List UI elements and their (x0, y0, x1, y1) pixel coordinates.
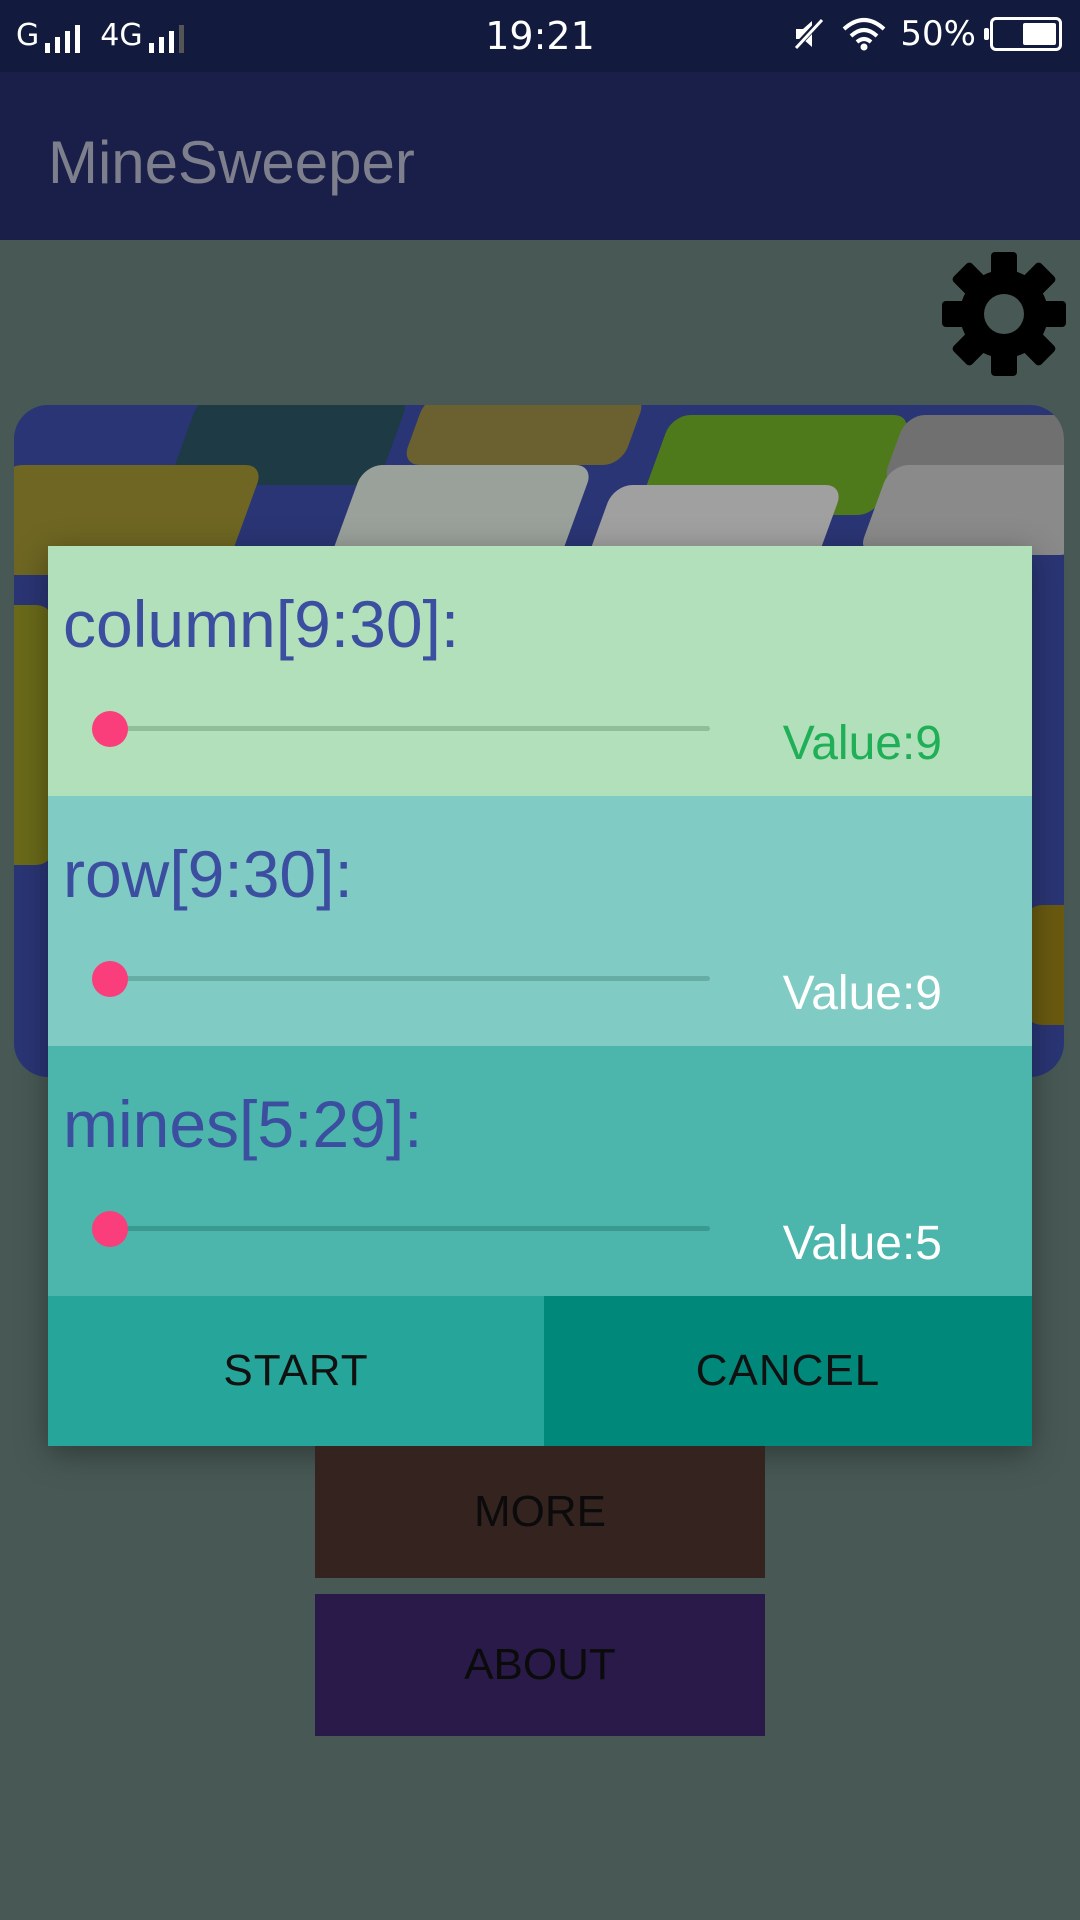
status-bar: G 4G 19:21 50% (0, 0, 1080, 72)
column-slider-thumb[interactable] (92, 711, 128, 747)
row-slider-track[interactable] (110, 976, 710, 981)
column-slider-track[interactable] (110, 726, 710, 731)
cancel-button[interactable]: CANCEL (544, 1296, 1032, 1446)
mines-slider-thumb[interactable] (92, 1211, 128, 1247)
status-right: 50% (792, 14, 1062, 54)
wifi-icon (843, 18, 886, 51)
start-button[interactable]: START (48, 1296, 544, 1446)
gear-icon[interactable] (940, 250, 1068, 378)
row-value: Value:9 (782, 967, 942, 1020)
row-slider-thumb[interactable] (92, 961, 128, 997)
new-game-dialog: column[9:30]: Value:9 row[9:30]: Value:9… (48, 546, 1032, 1446)
about-button[interactable]: ABOUT (315, 1594, 765, 1736)
mines-value: Value:5 (782, 1217, 942, 1270)
app-bar: MineSweeper (0, 72, 1080, 240)
column-setting: column[9:30]: Value:9 (48, 546, 1032, 796)
battery-percent: 50% (900, 14, 976, 54)
mines-setting: mines[5:29]: Value:5 (48, 1046, 1032, 1296)
row-label: row[9:30]: (63, 837, 353, 911)
battery-icon (984, 17, 1062, 51)
app-title: MineSweeper (48, 129, 415, 196)
mines-label: mines[5:29]: (63, 1087, 423, 1161)
row-setting: row[9:30]: Value:9 (48, 796, 1032, 1046)
more-button[interactable]: MORE (315, 1446, 765, 1578)
mines-slider-track[interactable] (110, 1226, 710, 1231)
column-value: Value:9 (782, 717, 942, 770)
mute-icon (792, 16, 825, 52)
column-label: column[9:30]: (63, 587, 460, 661)
